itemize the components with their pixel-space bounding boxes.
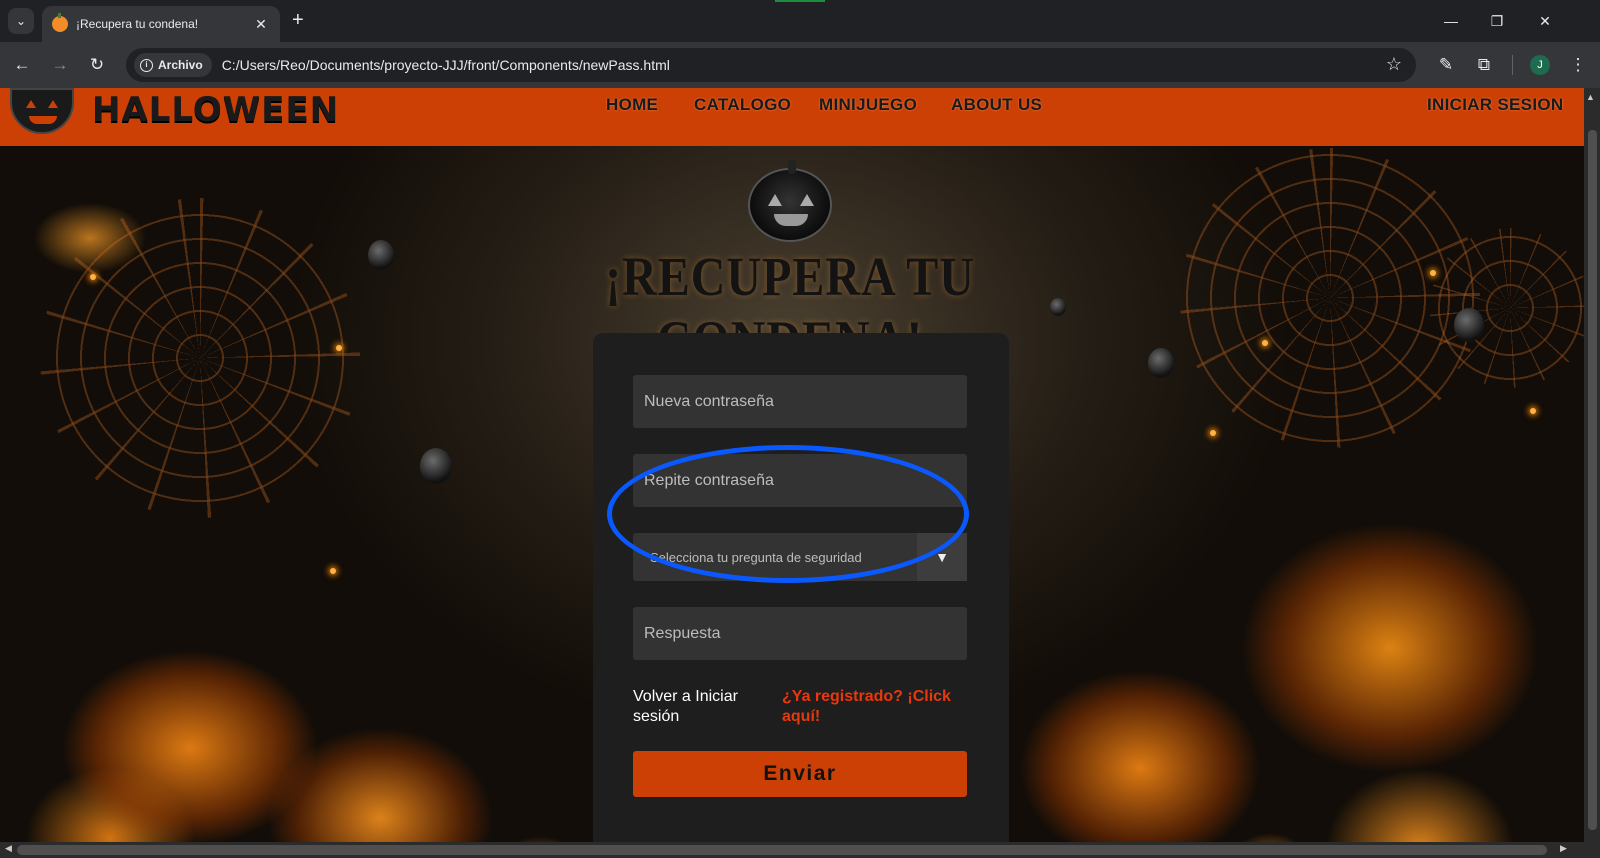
back-to-login-link[interactable]: Volver a Iniciar sesión (633, 687, 763, 727)
pumpkin-logo-icon[interactable] (10, 88, 74, 134)
ember-decoration (1210, 430, 1216, 436)
new-tab-button[interactable]: + (292, 10, 304, 30)
cobweb-left-decoration (40, 198, 360, 518)
browser-toolbar: ← → ↻ i Archivo C:/Users/Reo/Documents/p… (0, 42, 1600, 88)
nav-iniciar-sesion[interactable]: INICIAR SESION (1427, 95, 1563, 115)
nav-home[interactable]: HOME (606, 95, 658, 115)
submit-button[interactable]: Enviar (633, 751, 967, 797)
scroll-left-arrow-icon[interactable]: ◀ (5, 843, 12, 854)
cobweb-corner-decoration (1430, 228, 1584, 388)
tab-group-indicator (775, 0, 825, 2)
vertical-scroll-thumb[interactable] (1588, 130, 1597, 830)
already-registered-link[interactable]: ¿Ya registrado? ¡Click aquí! (782, 687, 962, 727)
forward-arrow-icon[interactable]: → (48, 53, 72, 77)
ember-decoration (336, 345, 342, 351)
answer-field[interactable]: Respuesta (633, 607, 967, 660)
nav-about-us[interactable]: ABOUT US (951, 95, 1042, 115)
scroll-up-arrow-icon[interactable]: ▲ (1586, 92, 1595, 102)
site-logo-text[interactable]: HALLOWEEN (92, 90, 339, 130)
tab-title: ¡Recupera tu condena! (76, 17, 199, 31)
jack-o-lantern-icon (748, 160, 832, 242)
toolbar-separator (1512, 55, 1513, 75)
spider-decoration (1148, 348, 1174, 378)
site-info-chip[interactable]: i Archivo (134, 53, 212, 77)
eyedropper-icon[interactable]: ✎ (1434, 53, 1458, 77)
spider-decoration (420, 448, 452, 484)
address-bar[interactable]: i Archivo C:/Users/Reo/Documents/proyect… (126, 48, 1416, 82)
browser-tab-bar: ⌄ ¡Recupera tu condena! ✕ + — ❐ ✕ (0, 0, 1600, 42)
new-password-field[interactable]: Nueva contraseña (633, 375, 967, 428)
tab-search-chevron-icon[interactable]: ⌄ (8, 8, 34, 34)
site-header: HALLOWEEN HOME CATALOGO MINIJUEGO ABOUT … (0, 88, 1584, 146)
bookmark-star-icon[interactable]: ☆ (1386, 54, 1402, 75)
ember-decoration (1430, 270, 1436, 276)
close-icon[interactable]: ✕ (1530, 8, 1560, 34)
profile-avatar[interactable]: J (1530, 55, 1550, 75)
reload-icon[interactable]: ↻ (85, 53, 109, 77)
info-icon: i (140, 58, 153, 72)
pumpkin-favicon-icon (52, 13, 68, 32)
spider-decoration (1454, 308, 1484, 342)
tab-close-icon[interactable]: ✕ (252, 16, 270, 33)
back-arrow-icon[interactable]: ← (10, 53, 34, 77)
more-menu-icon[interactable]: ⋮ (1566, 53, 1590, 77)
ember-decoration (1530, 408, 1536, 414)
minimize-icon[interactable]: — (1436, 8, 1466, 34)
url-text[interactable]: C:/Users/Reo/Documents/proyecto-JJJ/fron… (222, 57, 670, 73)
scroll-right-arrow-icon[interactable]: ▶ (1560, 843, 1567, 854)
restore-icon[interactable]: ❐ (1482, 8, 1512, 34)
spider-decoration (368, 240, 394, 270)
highlight-ellipse-annotation (607, 445, 969, 583)
recovery-form-card: Nueva contraseña Repite contraseña Selec… (593, 333, 1009, 842)
ember-decoration (330, 568, 336, 574)
nav-minijuego[interactable]: MINIJUEGO (819, 95, 917, 115)
browser-tab[interactable]: ¡Recupera tu condena! ✕ (42, 6, 280, 42)
site-chip-label: Archivo (158, 58, 203, 72)
nav-catalogo[interactable]: CATALOGO (694, 95, 791, 115)
horizontal-scroll-thumb[interactable] (17, 845, 1547, 855)
ember-decoration (1262, 340, 1268, 346)
extensions-puzzle-icon[interactable]: ⧉ (1472, 53, 1496, 77)
ember-decoration (90, 274, 96, 280)
